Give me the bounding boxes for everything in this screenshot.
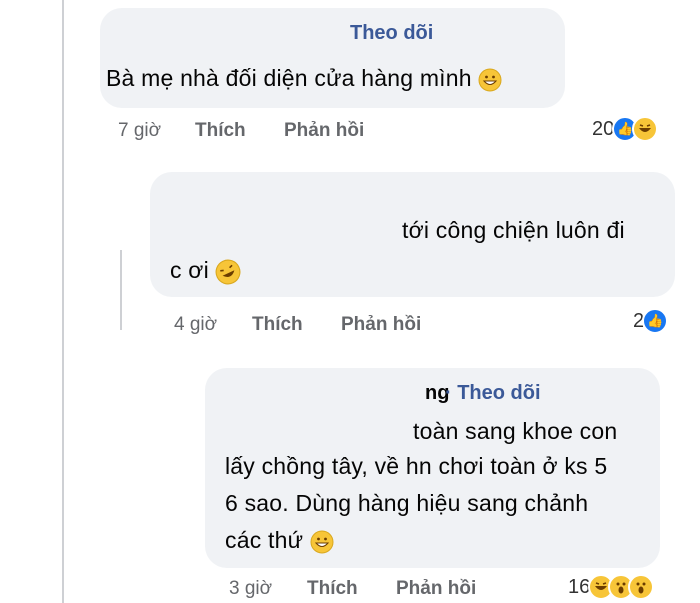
follow-link[interactable]: · Theo dõi	[445, 382, 541, 405]
timestamp[interactable]: 3 giờ	[229, 578, 272, 600]
comment-line: Bà mẹ nhà đối diện cửa hàng mình	[106, 65, 472, 91]
reaction-summary[interactable]: 2 👍	[633, 308, 669, 334]
wow-icon	[628, 574, 655, 600]
comment-text: c ơi	[170, 252, 241, 289]
comment-text: 6 sao. Dùng hàng hiệu sang chảnh	[225, 485, 588, 522]
comment-line: tới công chiện luôn đi	[402, 217, 625, 243]
reaction-count: 20	[592, 117, 615, 140]
comment-bubble: Theo dõi Bà mẹ nhà đối diện cửa hàng mìn…	[100, 8, 565, 108]
like-button[interactable]: Thích	[195, 120, 246, 142]
comment-bubble: ng · Theo dõi toàn sang khoe con lấy chồ…	[205, 368, 660, 568]
comment-actions: 4 giờ Thích Phản hồi	[0, 310, 700, 340]
rofl-emoji-icon	[216, 259, 241, 285]
like-icon: 👍	[642, 308, 669, 334]
reply-button[interactable]: Phản hồi	[284, 120, 364, 142]
comment-text: toàn sang khoe con	[413, 413, 617, 450]
timestamp[interactable]: 7 giờ	[118, 120, 161, 142]
comment-line: toàn sang khoe con	[413, 418, 618, 444]
comment-line: lấy chồng tây, về hn chơi toàn ở ks 5	[225, 453, 608, 479]
like-button[interactable]: Thích	[252, 314, 303, 336]
comment-text: các thứ	[225, 522, 334, 559]
follow-link[interactable]: Theo dõi	[350, 22, 433, 45]
reply-button[interactable]: Phản hồi	[341, 314, 421, 336]
comment-text: lấy chồng tây, về hn chơi toàn ở ks 5	[225, 448, 607, 485]
grinning-emoji-icon	[478, 68, 502, 92]
comment-bubble: tới công chiện luôn đi c ơi	[150, 172, 675, 297]
comment-line: các thứ	[225, 527, 304, 553]
haha-icon	[632, 116, 659, 142]
reaction-summary[interactable]: 16	[568, 574, 655, 600]
like-button[interactable]: Thích	[307, 578, 358, 600]
reaction-summary[interactable]: 20 👍	[592, 116, 659, 142]
thread-line	[62, 0, 64, 603]
grinning-emoji-icon	[310, 530, 334, 554]
reply-button[interactable]: Phản hồi	[396, 578, 476, 600]
timestamp[interactable]: 4 giờ	[174, 314, 217, 336]
comment-text: tới công chiện luôn đi	[402, 212, 625, 249]
comment-text: Bà mẹ nhà đối diện cửa hàng mình	[106, 60, 502, 97]
comment-line: 6 sao. Dùng hàng hiệu sang chảnh	[225, 490, 589, 516]
comment-line: c ơi	[170, 257, 209, 283]
reaction-count: 16	[568, 575, 591, 598]
